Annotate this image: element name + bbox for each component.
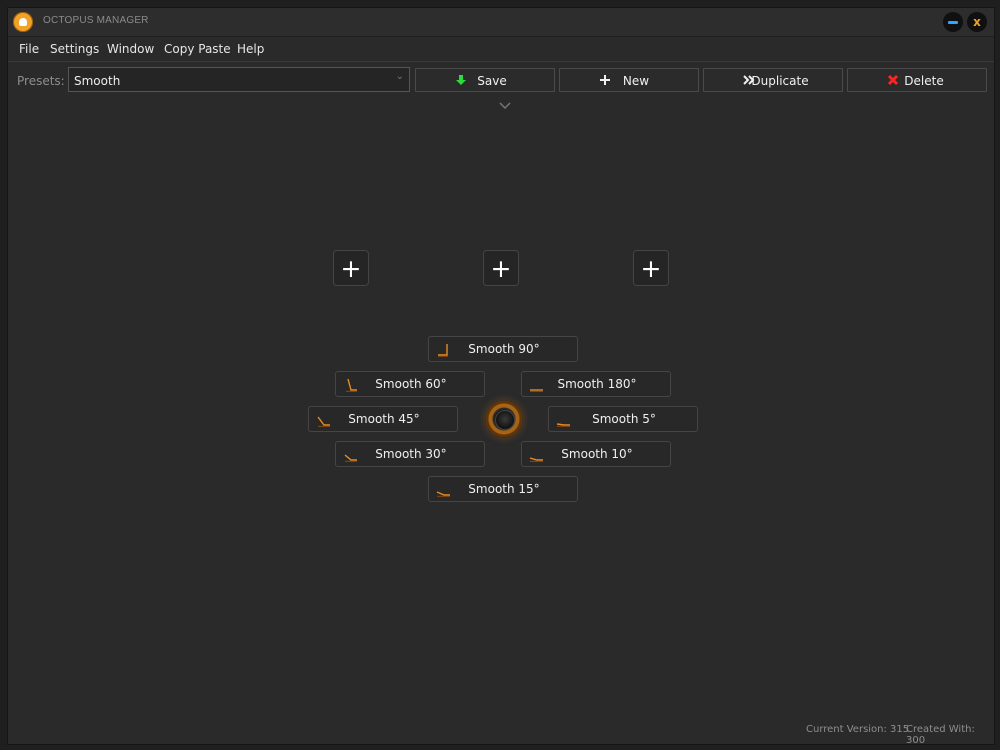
smooth-10-button[interactable]: Smooth 10° (521, 441, 671, 467)
smooth-180-label: Smooth 180° (557, 377, 637, 391)
title-bar[interactable]: OCTOPUS MANAGER x (8, 8, 994, 37)
new-button[interactable]: New (559, 68, 699, 92)
smooth-5-button[interactable]: Smooth 5° (548, 406, 698, 432)
delete-button[interactable]: Delete (847, 68, 987, 92)
central-dial-knob[interactable] (485, 400, 523, 438)
add-right-button[interactable]: + (633, 250, 669, 286)
plus-icon: + (340, 253, 362, 283)
chevron-down-icon: ⌄ (395, 71, 404, 82)
presets-label: Presets: (17, 74, 65, 88)
window-title: OCTOPUS MANAGER (43, 15, 149, 26)
preset-select[interactable]: Smooth ⌄ (68, 67, 410, 92)
smooth-180-button[interactable]: Smooth 180° (521, 371, 671, 397)
menu-file[interactable]: File (19, 42, 39, 56)
smooth-45-button[interactable]: Smooth 45° (308, 406, 458, 432)
duplicate-button-label: Duplicate (751, 74, 809, 88)
save-button-label: Save (477, 74, 507, 88)
add-center-button[interactable]: + (483, 250, 519, 286)
plus-icon: + (490, 253, 512, 283)
octopus-logo-icon (13, 12, 33, 32)
preset-select-value: Smooth (74, 74, 121, 88)
expand-toolbar-chevron-icon[interactable] (499, 102, 511, 110)
smooth-90-label: Smooth 90° (468, 342, 540, 356)
new-button-label: New (622, 74, 650, 88)
menu-help[interactable]: Help (237, 42, 264, 56)
smooth-90-button[interactable]: Smooth 90° (428, 336, 578, 362)
menu-copy-paste[interactable]: Copy Paste (164, 42, 231, 56)
application-window: OCTOPUS MANAGER x File Settings Window C… (7, 7, 995, 746)
smooth-15-button[interactable]: Smooth 15° (428, 476, 578, 502)
smooth-45-label: Smooth 45° (348, 412, 420, 426)
smooth-60-label: Smooth 60° (375, 377, 447, 391)
preset-toolbar: Presets: Smooth ⌄ Save New Duplicate Del… (8, 67, 994, 97)
smooth-30-label: Smooth 30° (375, 447, 447, 461)
add-left-button[interactable]: + (333, 250, 369, 286)
smooth-10-label: Smooth 10° (561, 447, 633, 461)
smooth-30-button[interactable]: Smooth 30° (335, 441, 485, 467)
minimize-icon (948, 20, 958, 24)
delete-button-label: Delete (904, 74, 944, 88)
smooth-60-button[interactable]: Smooth 60° (335, 371, 485, 397)
menu-settings[interactable]: Settings (50, 42, 99, 56)
duplicate-button[interactable]: Duplicate (703, 68, 843, 92)
close-button[interactable]: x (967, 12, 987, 32)
close-icon: x (973, 15, 981, 29)
smooth-5-label: Smooth 5° (592, 412, 656, 426)
current-version-text: Current Version: 315 (806, 724, 910, 735)
save-button[interactable]: Save (415, 68, 555, 92)
created-with-text: Created With: 300 (906, 724, 975, 746)
minimize-button[interactable] (943, 12, 963, 32)
plus-icon: + (640, 253, 662, 283)
menu-bar: File Settings Window Copy Paste Help (8, 37, 994, 62)
menu-window[interactable]: Window (107, 42, 154, 56)
smooth-15-label: Smooth 15° (468, 482, 540, 496)
